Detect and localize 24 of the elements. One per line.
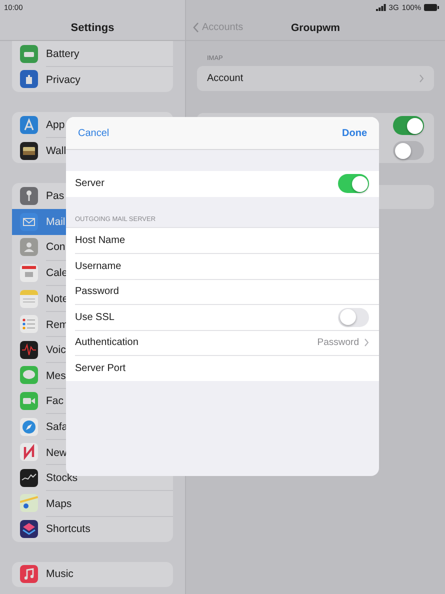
row-label: Use SSL (75, 312, 114, 323)
row-label: Host Name (75, 234, 126, 246)
row-label: Username (75, 260, 122, 272)
row-label: Server Port (75, 362, 126, 374)
item-label: Music (46, 568, 74, 580)
item-label: New (46, 446, 68, 459)
item-label: Fac (46, 395, 64, 408)
row-label: Server (75, 178, 104, 190)
item-label: Wall (46, 145, 66, 158)
item-label: App (46, 118, 65, 131)
item-label: Privacy (46, 74, 80, 86)
item-label: Maps (46, 498, 72, 510)
item-label: Mes (46, 370, 66, 382)
item-label: Stocks (46, 472, 78, 484)
item-label: Voic (46, 344, 66, 356)
item-label: Shortcuts (46, 523, 90, 536)
row-label: Password (75, 286, 119, 298)
item-label: Mail (46, 216, 66, 228)
item-label: Pas (46, 190, 64, 202)
sidebar-title: Settings (70, 22, 114, 34)
item-label: Con (46, 241, 66, 254)
row-label: Authentication (75, 337, 138, 348)
item-label: Battery (46, 48, 80, 60)
page-title: Groupwm (291, 22, 340, 34)
